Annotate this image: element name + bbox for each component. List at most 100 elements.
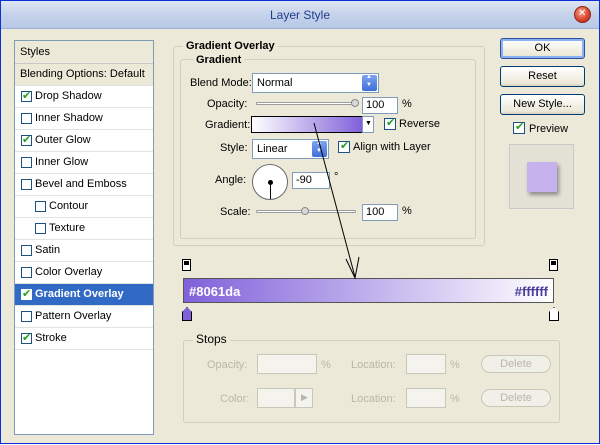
opacity-slider[interactable]: [256, 102, 356, 105]
style-item-label: Contour: [49, 200, 89, 212]
preview-box: [509, 144, 574, 209]
style-item-stroke[interactable]: Stroke: [15, 328, 153, 350]
style-item-label: Pattern Overlay: [35, 310, 112, 322]
checkbox-stroke[interactable]: [21, 331, 32, 344]
checkbox-satin[interactable]: [21, 245, 32, 256]
ok-button[interactable]: OK: [500, 38, 585, 59]
style-item-label: Inner Shadow: [35, 112, 103, 124]
layer-style-window: Layer Style Styles Blending Options: Def…: [0, 0, 600, 444]
style-item-inner-shadow[interactable]: Inner Shadow: [15, 108, 153, 130]
delete-color-stop-button[interactable]: Delete: [481, 389, 551, 407]
stop-location-input[interactable]: [406, 354, 446, 374]
style-item-inner-glow[interactable]: Inner Glow: [15, 152, 153, 174]
stop-color-arrow[interactable]: ▶: [295, 388, 313, 408]
align-with-layer-label: Align with Layer: [353, 141, 431, 153]
style-item-label: Texture: [49, 222, 86, 234]
checkbox-inner-glow[interactable]: [21, 157, 32, 168]
style-item-texture[interactable]: Texture: [15, 218, 153, 240]
styles-list: Styles Blending Options: Default Drop Sh…: [14, 40, 154, 435]
section-title: Gradient Overlay: [183, 40, 278, 52]
preview-label: Preview: [529, 123, 569, 135]
style-item-drop-shadow[interactable]: Drop Shadow: [15, 86, 153, 108]
style-value: Linear: [257, 143, 288, 155]
preview-checkbox[interactable]: [513, 120, 525, 134]
stop-opacity-unit: %: [321, 359, 331, 371]
checkbox-pattern-overlay[interactable]: [21, 311, 32, 322]
checkbox-contour[interactable]: [35, 201, 46, 212]
reverse-label: Reverse: [399, 118, 440, 130]
right-color-text: #ffffff: [514, 284, 548, 299]
left-color-text: #8061da: [189, 284, 241, 299]
angle-dial[interactable]: [252, 164, 288, 200]
stop-color-swatch[interactable]: [257, 388, 295, 408]
style-item-gradient-overlay[interactable]: Gradient Overlay: [15, 284, 153, 306]
scale-slider-thumb[interactable]: [301, 207, 309, 215]
checkbox-gradient-overlay[interactable]: [21, 287, 32, 300]
opacity-unit: %: [402, 98, 412, 110]
scale-label: Scale:: [220, 206, 251, 218]
style-item-contour[interactable]: Contour: [15, 196, 153, 218]
style-item-label: Color Overlay: [35, 266, 103, 278]
checkbox-inner-shadow[interactable]: [21, 113, 32, 124]
blend-mode-value: Normal: [257, 77, 293, 89]
blending-options-item[interactable]: Blending Options: Default: [15, 64, 153, 86]
opacity-input[interactable]: 100: [362, 97, 398, 114]
checkbox-drop-shadow[interactable]: [21, 89, 32, 102]
angle-input[interactable]: -90: [292, 172, 330, 189]
checkbox-color-overlay[interactable]: [21, 267, 32, 278]
stop-location-unit: %: [450, 393, 460, 405]
align-with-layer-checkbox[interactable]: [338, 139, 350, 153]
style-select[interactable]: Linear: [252, 139, 329, 159]
style-item-label: Outer Glow: [35, 134, 91, 146]
gradient-dropdown-icon[interactable]: [362, 116, 374, 133]
window-title: Layer Style: [269, 8, 331, 22]
scale-unit: %: [402, 205, 412, 217]
subsection-title: Gradient: [193, 54, 245, 66]
scale-input[interactable]: 100: [362, 204, 398, 221]
stop-location-input-2[interactable]: [406, 388, 446, 408]
gradient-swatch[interactable]: [251, 116, 363, 133]
close-icon[interactable]: [574, 6, 591, 23]
delete-opacity-stop-button[interactable]: Delete: [481, 355, 551, 373]
opacity-stop-left[interactable]: [182, 259, 191, 271]
style-item-bevel-emboss[interactable]: Bevel and Emboss: [15, 174, 153, 196]
stops-group: [183, 340, 560, 423]
style-item-label: Drop Shadow: [35, 90, 102, 102]
color-stop-right[interactable]: [549, 307, 559, 321]
degree-unit: °: [334, 171, 339, 183]
blend-mode-label: Blend Mode:: [190, 77, 252, 89]
style-item-satin[interactable]: Satin: [15, 240, 153, 262]
opacity-label: Opacity:: [207, 98, 248, 110]
stop-color-label: Color:: [220, 393, 250, 405]
gradient-label: Gradient:: [205, 119, 251, 131]
title-bar[interactable]: Layer Style: [1, 1, 599, 29]
chevron-updown-icon: [362, 74, 377, 91]
chevron-updown-icon: [312, 140, 327, 157]
stops-title: Stops: [193, 332, 230, 346]
style-item-label: Inner Glow: [35, 156, 89, 168]
style-item-outer-glow[interactable]: Outer Glow: [15, 130, 153, 152]
opacity-stop-right[interactable]: [549, 259, 558, 271]
angle-center: [268, 180, 273, 185]
reset-button[interactable]: Reset: [500, 66, 585, 87]
stop-opacity-label: Opacity:: [207, 359, 248, 371]
stop-location-label: Location:: [351, 359, 396, 371]
new-style-button[interactable]: New Style...: [500, 94, 585, 115]
style-item-label: Gradient Overlay: [35, 288, 124, 300]
style-item-color-overlay[interactable]: Color Overlay: [15, 262, 153, 284]
style-item-label: Stroke: [35, 332, 67, 344]
reverse-checkbox[interactable]: [384, 116, 396, 130]
blend-mode-select[interactable]: Normal: [252, 73, 379, 93]
styles-header[interactable]: Styles: [15, 41, 153, 64]
stop-location-label: Location:: [351, 393, 396, 405]
opacity-slider-thumb[interactable]: [351, 99, 359, 107]
color-stop-left[interactable]: [182, 307, 192, 321]
checkbox-texture[interactable]: [35, 223, 46, 234]
style-item-label: Bevel and Emboss: [35, 178, 127, 190]
style-item-pattern-overlay[interactable]: Pattern Overlay: [15, 306, 153, 328]
checkbox-outer-glow[interactable]: [21, 133, 32, 146]
checkbox-bevel-emboss[interactable]: [21, 179, 32, 190]
style-item-label: Satin: [35, 244, 61, 256]
gradient-editor-bar[interactable]: #8061da #ffffff: [183, 278, 554, 303]
stop-opacity-input[interactable]: [257, 354, 317, 374]
